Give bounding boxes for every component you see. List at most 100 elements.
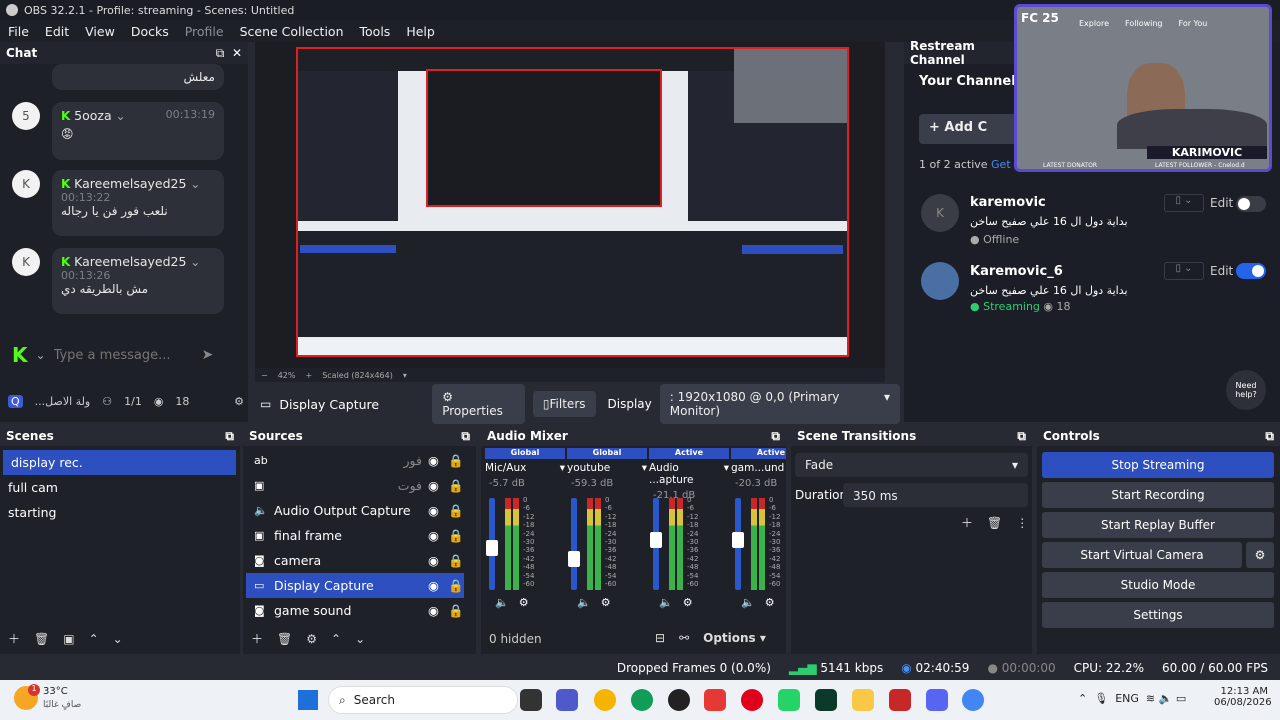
source-item[interactable]: 🔈 Audio Output Capture ◉ 🔒 — [246, 498, 464, 523]
start-virtual-camera-button[interactable]: Start Virtual Camera — [1042, 542, 1242, 568]
clock[interactable]: 12:13 AM 06/08/2026 — [1214, 686, 1272, 708]
zoom-out-button[interactable]: − — [261, 371, 268, 380]
opera-app-icon[interactable] — [741, 689, 763, 711]
lock-icon[interactable]: 🔒 — [448, 603, 464, 619]
eye-icon[interactable]: ◉ — [428, 603, 448, 618]
start-replay-buffer-button[interactable]: Start Replay Buffer — [1042, 512, 1274, 538]
slider-handle[interactable] — [568, 551, 580, 567]
preview-frame[interactable] — [296, 47, 849, 357]
menu-docks[interactable]: Docks — [123, 24, 177, 39]
chevron-down-icon[interactable]: ⌄ — [115, 109, 125, 123]
gear-icon[interactable]: ⚙ — [1246, 542, 1274, 568]
eye-icon[interactable]: ◉ — [428, 453, 448, 468]
chevron-down-icon[interactable]: ⌄ — [190, 255, 200, 269]
transition-select[interactable]: Fade ▾ — [795, 453, 1028, 477]
language[interactable]: ENG — [1115, 692, 1139, 705]
add-icon[interactable]: ＋ — [8, 630, 20, 647]
menu-scene-collection[interactable]: Scene Collection — [232, 24, 352, 39]
trash-icon[interactable]: 🗑 — [987, 516, 1002, 530]
duration-input[interactable]: 350 ms — [843, 483, 1028, 507]
chevron-down-icon[interactable]: ⌄ — [190, 177, 200, 191]
speaker-icon[interactable]: 🔈 — [495, 596, 509, 609]
undock-icon[interactable]: ⧉ — [225, 429, 234, 444]
volume-slider[interactable] — [568, 498, 580, 590]
lock-icon[interactable]: 🔒 — [448, 553, 464, 569]
volume-slider[interactable] — [650, 498, 662, 590]
chevron-down-icon[interactable]: ⌄ — [355, 632, 365, 646]
slider-handle[interactable] — [650, 532, 662, 548]
add-icon[interactable]: ＋ — [251, 630, 263, 647]
battery-icon[interactable]: ▭ — [1176, 692, 1186, 705]
speaker-icon[interactable]: 🔈 — [577, 596, 591, 609]
gear-icon[interactable]: ⚙ — [234, 395, 244, 408]
chevron-down-icon[interactable]: ▾ — [724, 462, 729, 486]
lock-icon[interactable]: 🔒 — [448, 578, 464, 594]
chevron-down-icon[interactable]: ⌄ — [113, 632, 123, 646]
gear-icon[interactable]: ⚙ — [683, 596, 693, 609]
stop-streaming-button[interactable]: Stop Streaming — [1042, 452, 1274, 478]
taskbar-search[interactable]: ⌕ Search — [328, 686, 518, 714]
slider-handle[interactable] — [486, 540, 498, 556]
send-icon[interactable]: ➤ — [202, 347, 214, 363]
menu-tools[interactable]: Tools — [352, 24, 399, 39]
chrome-app-icon[interactable] — [594, 689, 616, 711]
eye-icon[interactable]: ◉ — [428, 528, 448, 543]
menu-file[interactable]: File — [0, 24, 37, 39]
file-explorer-icon[interactable] — [852, 689, 874, 711]
undock-icon[interactable]: ⧉ — [461, 429, 470, 444]
scene-item[interactable]: starting — [0, 500, 240, 525]
gear-icon[interactable]: ⚙ — [306, 632, 317, 646]
source-item[interactable]: ▣ final frame ◉ 🔒 — [246, 523, 464, 548]
preview-canvas[interactable] — [255, 42, 885, 368]
source-item[interactable]: ▭ Display Capture ◉ 🔒 — [246, 573, 464, 598]
link-icon[interactable]: ⚯ — [679, 631, 689, 645]
chevron-up-icon[interactable]: ⌃ — [331, 632, 341, 646]
add-icon[interactable]: ＋ — [961, 514, 973, 531]
gear-icon[interactable]: ⚙ — [519, 596, 529, 609]
chevron-down-icon[interactable]: ▾ — [403, 371, 407, 380]
lock-icon[interactable]: 🔒 — [448, 528, 464, 544]
whatsapp-app-icon[interactable] — [778, 689, 800, 711]
capcut-app-icon[interactable] — [815, 689, 837, 711]
windows-start-icon[interactable] — [298, 690, 318, 710]
options-button[interactable]: Options ▾ — [703, 631, 766, 645]
add-channel-button[interactable]: + Add C — [919, 114, 1019, 144]
gear-icon[interactable]: ⚙ — [601, 596, 611, 609]
eye-icon[interactable]: ◉ — [428, 553, 448, 568]
menu-edit[interactable]: Edit — [37, 24, 77, 39]
chat-message-input[interactable] — [53, 347, 194, 363]
edit-button[interactable]: Edit — [1210, 264, 1233, 278]
settings-button[interactable]: Settings — [1042, 602, 1274, 628]
speaker-icon[interactable]: 🔈 — [741, 596, 755, 609]
volume-slider[interactable] — [732, 498, 744, 590]
start-recording-button[interactable]: Start Recording — [1042, 482, 1274, 508]
undock-icon[interactable]: ⧉ — [771, 429, 780, 444]
chevron-down-icon[interactable]: ⌄ — [36, 348, 46, 362]
volume-slider[interactable] — [486, 498, 498, 590]
discord-app-icon[interactable] — [926, 689, 948, 711]
mic-icon[interactable]: 🎙 — [1094, 692, 1108, 705]
chrome-profile-app-icon[interactable] — [962, 689, 984, 711]
filter-icon[interactable]: ▣ — [63, 632, 74, 646]
more-icon[interactable]: ⋮ — [1016, 516, 1028, 530]
eye-icon[interactable]: ◉ — [428, 578, 448, 593]
gear-icon[interactable]: ⚙ — [765, 596, 775, 609]
studio-mode-button[interactable]: Studio Mode — [1042, 572, 1274, 598]
eye-icon[interactable]: ◉ — [428, 478, 448, 493]
chevron-up-icon[interactable]: ⌃ — [89, 632, 99, 646]
chevron-up-icon[interactable]: ⌃ — [1078, 692, 1087, 705]
chevron-down-icon[interactable]: ▾ — [642, 462, 647, 474]
source-item[interactable]: ▣ فوت ◉ 🔒 — [246, 473, 464, 498]
properties-button[interactable]: ⚙ Properties — [432, 384, 525, 424]
display-select[interactable]: : 1920x1080 @ 0,0 (Primary Monitor) ▾ — [659, 384, 900, 424]
device-select[interactable]: ▯ ⌄ — [1164, 194, 1204, 212]
lock-icon[interactable]: 🔒 — [448, 503, 464, 519]
source-item[interactable]: ◙ game sound ◉ 🔒 — [246, 598, 464, 623]
filters-button[interactable]: ▯Filters — [532, 391, 596, 417]
scene-item[interactable]: full cam — [0, 475, 240, 500]
device-select[interactable]: ▯ ⌄ — [1164, 262, 1204, 280]
undock-icon[interactable]: ⧉ — [1265, 429, 1274, 444]
media-app-icon[interactable] — [704, 689, 726, 711]
help-button[interactable]: Need help? — [1226, 370, 1266, 410]
channel-toggle-off[interactable] — [1236, 196, 1266, 212]
